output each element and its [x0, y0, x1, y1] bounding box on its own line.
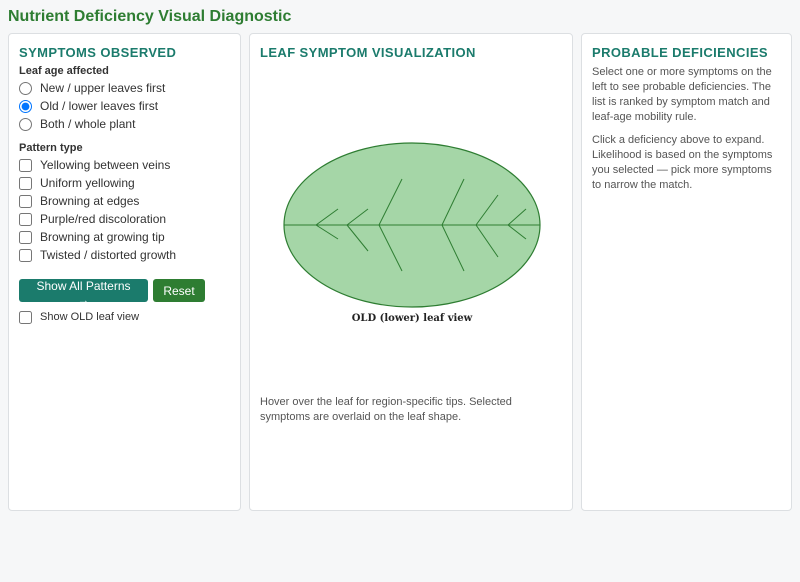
pattern-option-label: Browning at growing tip [40, 230, 165, 244]
deficiencies-panel: PROBABLE DEFICIENCIES Select one or more… [581, 33, 792, 511]
pattern-option-interveinal[interactable]: Yellowing between veins [19, 157, 170, 173]
leaf-age-option-new[interactable]: New / upper leaves first [19, 80, 165, 96]
leaf-age-option-both[interactable]: Both / whole plant [19, 116, 135, 132]
pattern-option-twisted[interactable]: Twisted / distorted growth [19, 247, 176, 263]
pattern-checkbox[interactable] [19, 158, 32, 172]
symptoms-panel: SYMPTOMS OBSERVED Leaf age affected New … [8, 33, 241, 511]
leaf-diagram[interactable] [280, 139, 544, 311]
pattern-option-label: Purple/red discoloration [40, 212, 167, 226]
visualization-hint: Hover over the leaf for region-specific … [260, 396, 512, 423]
leaf-view-caption: OLD (lower) leaf view [351, 313, 473, 324]
pattern-checkbox[interactable] [19, 230, 32, 244]
pattern-checkbox[interactable] [19, 176, 32, 190]
pattern-type-label: Pattern type [19, 142, 83, 154]
app-title: Nutrient Deficiency Visual Diagnostic [8, 8, 292, 25]
leaf-age-radio-old[interactable] [19, 99, 32, 113]
show-old-leaf-toggle[interactable]: Show OLD leaf view [19, 309, 139, 325]
leaf-age-option-label: Old / lower leaves first [40, 99, 159, 113]
symptoms-panel-title: SYMPTOMS OBSERVED [19, 45, 177, 60]
deficiencies-panel-title: PROBABLE DEFICIENCIES [592, 45, 768, 60]
leaf-age-option-label: Both / whole plant [40, 117, 136, 131]
leaf-age-option-label: New / upper leaves first [40, 81, 166, 95]
visualization-panel: LEAF SYMPTOM VISUALIZATION OLD (lower) l… [249, 33, 573, 511]
pattern-option-uniform[interactable]: Uniform yellowing [19, 175, 135, 191]
pattern-option-tip[interactable]: Browning at growing tip [19, 229, 165, 245]
show-all-patterns-button[interactable]: Show All Patterns → [19, 279, 148, 307]
pattern-option-edges[interactable]: Browning at edges [19, 193, 139, 209]
deficiencies-help: Click a deficiency above to expand. Like… [592, 134, 773, 191]
leaf-age-radio-both[interactable] [19, 117, 32, 131]
visualization-panel-title: LEAF SYMPTOM VISUALIZATION [260, 45, 476, 60]
leaf-age-option-old[interactable]: Old / lower leaves first [19, 98, 158, 114]
pattern-checkbox[interactable] [19, 212, 32, 226]
leaf-age-radio-new[interactable] [19, 81, 32, 95]
deficiencies-intro: Select one or more symptoms on the left … [592, 66, 772, 123]
pattern-option-label: Browning at edges [40, 194, 140, 208]
pattern-option-label: Twisted / distorted growth [40, 248, 177, 262]
show-old-leaf-checkbox[interactable] [19, 310, 32, 324]
pattern-checkbox[interactable] [19, 194, 32, 208]
show-old-leaf-label: Show OLD leaf view [40, 311, 140, 323]
pattern-option-label: Uniform yellowing [40, 176, 135, 190]
pattern-option-label: Yellowing between veins [40, 158, 171, 172]
pattern-checkbox[interactable] [19, 248, 32, 262]
reset-button[interactable]: Reset [153, 279, 205, 302]
pattern-option-purple[interactable]: Purple/red discoloration [19, 211, 166, 227]
leaf-age-label: Leaf age affected [19, 65, 109, 77]
